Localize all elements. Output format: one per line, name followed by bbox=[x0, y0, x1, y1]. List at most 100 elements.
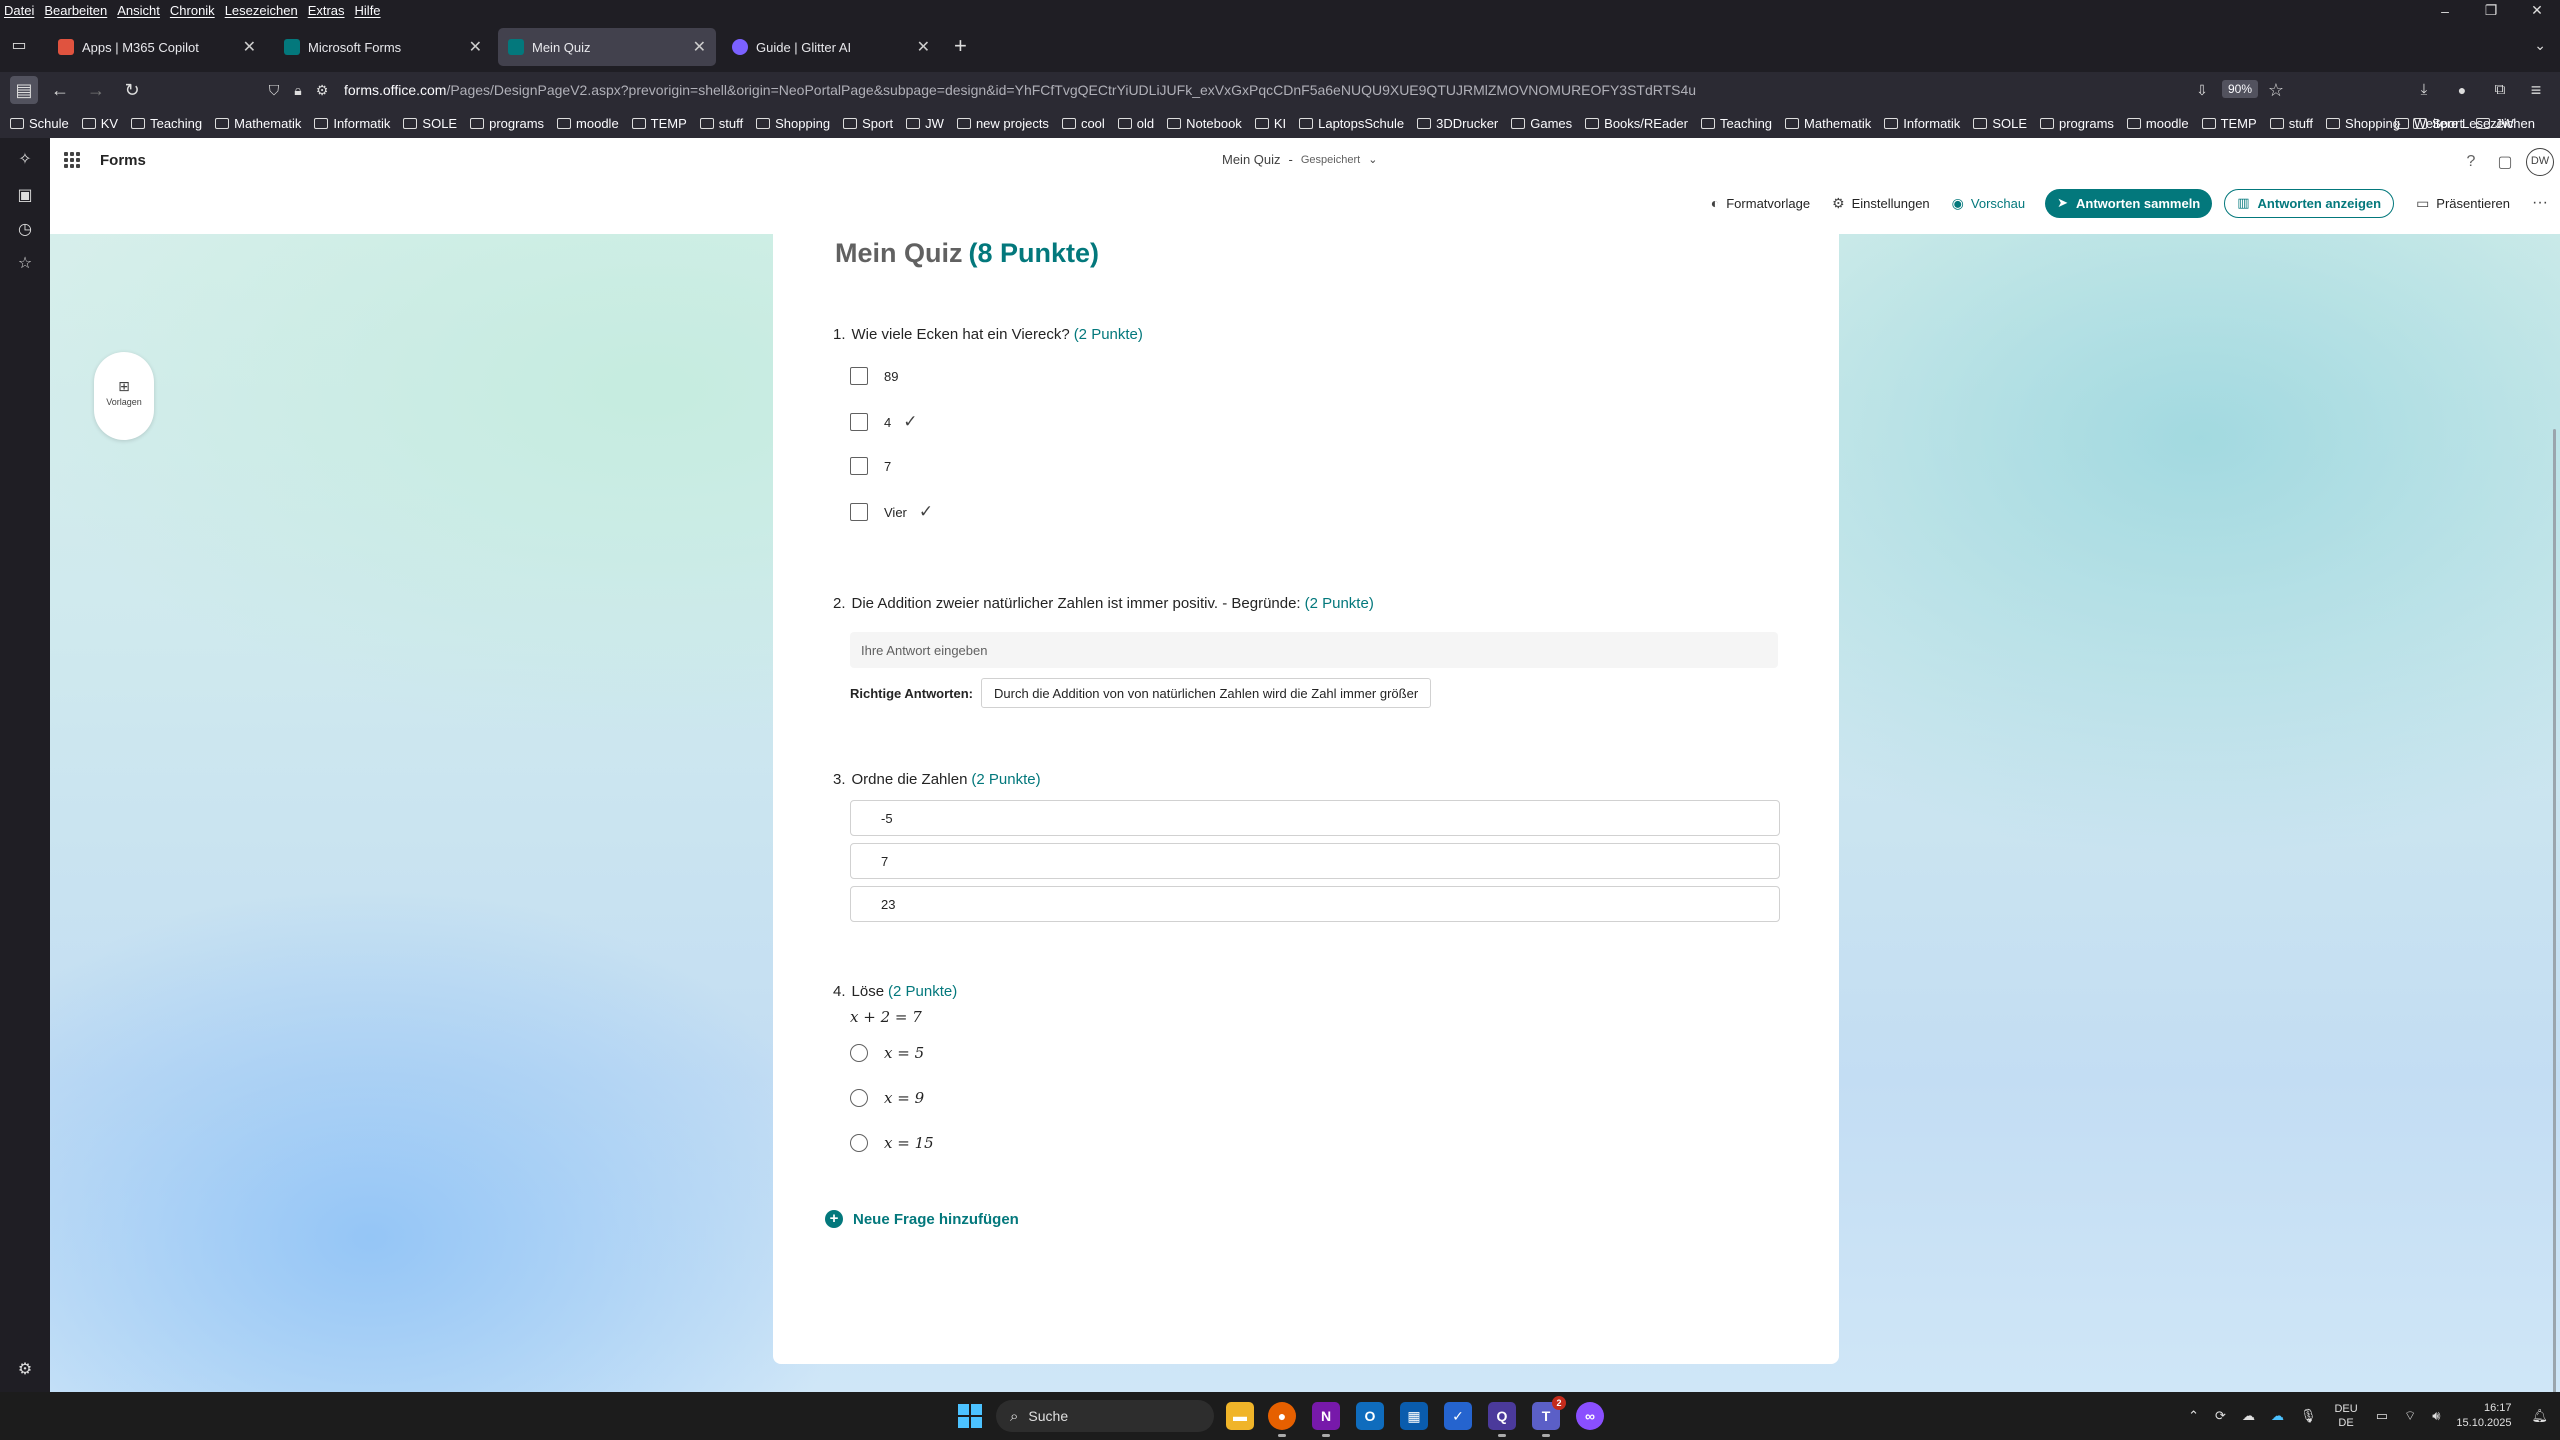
tab-mein-quiz[interactable]: Mein Quiz ✕ bbox=[498, 28, 716, 66]
bookmark-folder[interactable]: SOLE bbox=[403, 116, 457, 131]
bookmark-folder[interactable]: Informatik bbox=[314, 116, 390, 131]
calendar-icon[interactable]: ▦ bbox=[1400, 1402, 1428, 1430]
bookmark-folder[interactable]: moodle bbox=[2126, 116, 2189, 131]
onenote-icon[interactable]: N bbox=[1312, 1402, 1340, 1437]
app-icon[interactable]: Q bbox=[1488, 1402, 1516, 1437]
account-icon[interactable]: ● bbox=[2448, 76, 2476, 104]
menu-lesezeichen[interactable]: Lesezeichen bbox=[220, 3, 303, 18]
question-1-title[interactable]: 1. Wie viele Ecken hat ein Viereck? (2 Pun… bbox=[833, 326, 1143, 343]
bookmark-folder[interactable]: LaptopsSchule bbox=[1299, 116, 1404, 131]
question-1-option[interactable]: Vier ✓ bbox=[850, 502, 933, 522]
bookmark-folder[interactable]: Shopping bbox=[2326, 116, 2400, 131]
tab-m365-copilot[interactable]: Apps | M365 Copilot ✕ bbox=[48, 28, 266, 66]
shield-icon[interactable]: ⛉ bbox=[262, 82, 286, 99]
menu-hilfe[interactable]: Hilfe bbox=[350, 3, 386, 18]
chevron-down-icon[interactable]: ⌄ bbox=[2534, 37, 2546, 54]
bookmark-folder[interactable]: Shopping bbox=[756, 116, 830, 131]
avatar[interactable]: DW bbox=[2526, 148, 2554, 176]
language-indicator[interactable]: DEU DE bbox=[2334, 1402, 2357, 1430]
sync-icon[interactable]: ⟳ bbox=[2215, 1408, 2226, 1424]
radio-button[interactable] bbox=[850, 1089, 868, 1107]
bookmark-folder[interactable]: stuff bbox=[2269, 116, 2313, 131]
bookmark-star-icon[interactable]: ☆ bbox=[2262, 76, 2290, 104]
close-tab-icon[interactable]: ✕ bbox=[693, 37, 706, 57]
view-responses-button[interactable]: ▥ Antworten anzeigen bbox=[2224, 188, 2395, 218]
app-launcher-icon[interactable] bbox=[64, 152, 80, 168]
taskbar-search[interactable]: ⌕ Suche bbox=[996, 1400, 1214, 1432]
close-tab-icon[interactable]: ✕ bbox=[917, 37, 930, 57]
scrollbar-thumb[interactable] bbox=[2553, 429, 2556, 1392]
bookmark-folder[interactable]: JW bbox=[906, 116, 944, 131]
question-4-option[interactable]: x = 5 bbox=[850, 1044, 924, 1062]
bookmark-folder[interactable]: Games bbox=[1511, 116, 1572, 131]
preview-button[interactable]: ◉ Vorschau bbox=[1952, 195, 2025, 212]
forward-icon[interactable]: → bbox=[82, 76, 110, 104]
bookmark-folder[interactable]: SOLE bbox=[1973, 116, 2027, 131]
todo-icon[interactable]: ✓ bbox=[1444, 1402, 1472, 1430]
outlook-icon[interactable]: O bbox=[1356, 1402, 1384, 1430]
glitter-app-icon[interactable]: ∞ bbox=[1576, 1402, 1604, 1430]
question-4-title[interactable]: 4. Löse (2 Punkte) bbox=[833, 983, 957, 1000]
clock[interactable]: 16:17 15.10.2025 bbox=[2456, 1401, 2511, 1431]
cloud-icon[interactable]: ☁ bbox=[2242, 1408, 2255, 1424]
bookmark-folder[interactable]: KV bbox=[81, 116, 118, 131]
display-icon[interactable]: ▭ bbox=[2376, 1408, 2388, 1424]
bookmark-folder[interactable]: Informatik bbox=[1884, 116, 1960, 131]
synced-tabs-icon[interactable]: ▣ bbox=[13, 184, 37, 208]
checkbox[interactable] bbox=[850, 367, 868, 385]
onedrive-icon[interactable]: ☁ bbox=[2271, 1408, 2284, 1424]
windows-start-icon[interactable] bbox=[958, 1404, 982, 1428]
templates-button[interactable]: ⊞ Vorlagen bbox=[94, 352, 154, 440]
question-2-title[interactable]: 2. Die Addition zweier natürlicher Zahlen… bbox=[833, 595, 1374, 612]
checkbox[interactable] bbox=[850, 413, 868, 431]
close-window-icon[interactable]: ✕ bbox=[2514, 2, 2560, 19]
tab-overview-icon[interactable]: ▭ bbox=[8, 35, 30, 57]
document-title-menu[interactable]: Mein Quiz - Gespeichert ⌄ bbox=[1222, 152, 1377, 167]
bookmark-folder[interactable]: stuff bbox=[699, 116, 743, 131]
bookmark-folder[interactable]: Mathematik bbox=[215, 116, 301, 131]
bookmark-folder[interactable]: old bbox=[1117, 116, 1154, 131]
other-bookmarks[interactable]: Weitere Lesezeichen bbox=[2394, 116, 2535, 131]
ranking-item[interactable]: -5 bbox=[850, 800, 1780, 836]
theme-button[interactable]: ◐ Formatvorlage bbox=[1711, 195, 1810, 211]
correct-answer-value[interactable]: Durch die Addition von von natürlichen Z… bbox=[981, 678, 1432, 708]
ranking-item[interactable]: 7 bbox=[850, 843, 1780, 879]
close-tab-icon[interactable]: ✕ bbox=[243, 37, 256, 57]
chevron-up-icon[interactable]: ⌃ bbox=[2188, 1408, 2199, 1424]
volume-icon[interactable]: 🔊︎ bbox=[2432, 1408, 2440, 1424]
bookmark-folder[interactable]: TEMP bbox=[2201, 116, 2257, 131]
reload-icon[interactable]: ↻ bbox=[118, 76, 146, 104]
bookmark-folder[interactable]: 3DDrucker bbox=[1417, 116, 1498, 131]
bookmark-folder[interactable]: Teaching bbox=[1700, 116, 1772, 131]
teams-icon[interactable]: T2 bbox=[1532, 1396, 1566, 1437]
question-3-title[interactable]: 3. Ordne die Zahlen (2 Punkte) bbox=[833, 771, 1041, 788]
downloads-icon[interactable]: ⤓ bbox=[2410, 76, 2438, 104]
hamburger-menu-icon[interactable]: ≡ bbox=[2522, 76, 2550, 104]
minimize-icon[interactable]: – bbox=[2422, 3, 2468, 19]
bookmark-folder[interactable]: Books/REader bbox=[1585, 116, 1688, 131]
bookmark-folder[interactable]: Schule bbox=[10, 116, 69, 131]
sidebar-toggle-icon[interactable]: ▤ bbox=[10, 76, 38, 104]
bookmark-folder[interactable]: Mathematik bbox=[1785, 116, 1871, 131]
menu-chronik[interactable]: Chronik bbox=[165, 3, 220, 18]
feedback-icon[interactable]: ▢ bbox=[2488, 152, 2522, 172]
bookmark-folder[interactable]: programs bbox=[470, 116, 544, 131]
question-4-option[interactable]: x = 9 bbox=[850, 1089, 924, 1107]
permissions-icon[interactable]: ⚙︎ bbox=[310, 82, 334, 99]
tab-microsoft-forms[interactable]: Microsoft Forms ✕ bbox=[274, 28, 492, 66]
bookmarks-icon[interactable]: ☆ bbox=[13, 252, 37, 276]
back-icon[interactable]: ← bbox=[46, 76, 74, 104]
bookmark-folder[interactable]: new projects bbox=[956, 116, 1049, 131]
bookmark-folder[interactable]: Teaching bbox=[131, 116, 202, 131]
zoom-level[interactable]: 90% bbox=[2222, 80, 2259, 98]
radio-button[interactable] bbox=[850, 1134, 868, 1152]
menu-extras[interactable]: Extras bbox=[303, 3, 350, 18]
settings-button[interactable]: ⚙ Einstellungen bbox=[1832, 195, 1930, 212]
bookmark-folder[interactable]: programs bbox=[2040, 116, 2114, 131]
bookmark-folder[interactable]: KI bbox=[1254, 116, 1286, 131]
question-1-option[interactable]: 7 bbox=[850, 457, 891, 475]
question-1-option[interactable]: 89 bbox=[850, 367, 898, 385]
scrollbar[interactable] bbox=[2546, 234, 2560, 1392]
question-1-option[interactable]: 4 ✓ bbox=[850, 412, 917, 432]
address-bar[interactable]: ⛉ 🔒︎ ⚙︎ forms.office.com/Pages/DesignPag… bbox=[264, 75, 2256, 105]
